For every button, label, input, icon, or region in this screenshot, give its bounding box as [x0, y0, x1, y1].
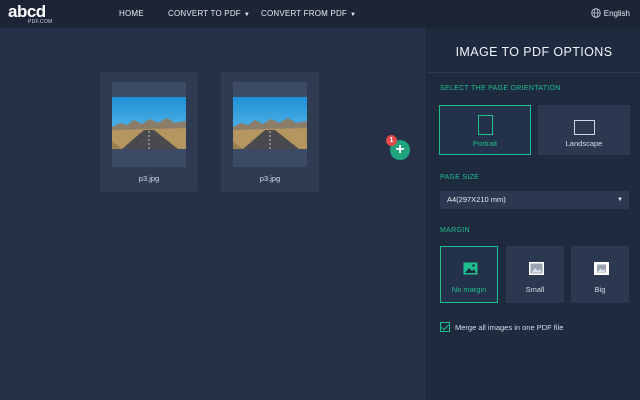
margin-big-label: Big [594, 285, 606, 294]
file-count-badge: 1 [386, 135, 397, 146]
orientation-portrait-label: Portrait [472, 139, 498, 148]
orientation-portrait-button[interactable]: Portrait [439, 105, 531, 155]
page-size-value: A4(297X210 mm) [447, 195, 506, 204]
nav-home[interactable]: HOME [119, 0, 144, 28]
file-card[interactable]: p3.jpg [221, 72, 319, 192]
margin-small-label: Small [525, 285, 545, 294]
image-icon [529, 262, 544, 275]
nav-convert-from-pdf-label: CONVERT FROM PDF [261, 9, 348, 18]
file-name: p3.jpg [259, 174, 281, 183]
chevron-down-icon: ▼ [617, 197, 623, 203]
page-size-section-label: PAGE SIZE [440, 174, 480, 181]
nav-convert-to-pdf[interactable]: CONVERT TO PDF ▼ [168, 0, 250, 28]
nav-home-label: HOME [119, 9, 144, 18]
panel-divider [427, 72, 640, 73]
margin-none-label: No margin [451, 285, 487, 294]
file-thumbnail [112, 82, 186, 167]
chevron-down-icon: ▼ [243, 12, 251, 18]
top-navigation-bar: abcd PDF.COM HOME CONVERT TO PDF ▼ CONVER… [0, 0, 640, 28]
road-photo-image [112, 97, 186, 149]
language-label: English [603, 9, 630, 18]
image-icon [594, 262, 609, 275]
orientation-landscape-button[interactable]: Landscape [538, 105, 630, 155]
page-size-select[interactable]: A4(297X210 mm) ▼ [440, 191, 629, 209]
logo-subtext: PDF.COM [28, 19, 53, 25]
globe-icon [591, 8, 601, 18]
landscape-page-icon [574, 120, 595, 135]
file-thumbnail [233, 82, 307, 167]
file-name: p3.jpg [138, 174, 160, 183]
margin-big-button[interactable]: Big [571, 246, 629, 303]
file-card[interactable]: p3.jpg [100, 72, 198, 192]
merge-images-label: Merge all images in one PDF file [455, 323, 564, 332]
portrait-page-icon [478, 115, 493, 135]
road-photo-image [233, 97, 307, 149]
options-panel: IMAGE TO PDF OPTIONS SELECT THE PAGE ORI… [426, 28, 640, 400]
orientation-landscape-label: Landscape [565, 139, 603, 148]
nav-convert-from-pdf[interactable]: CONVERT FROM PDF ▼ [261, 0, 356, 28]
panel-title: IMAGE TO PDF OPTIONS [455, 45, 613, 59]
merge-images-option[interactable]: Merge all images in one PDF file [440, 322, 563, 333]
margin-small-button[interactable]: Small [506, 246, 564, 303]
margin-none-button[interactable]: No margin [440, 246, 498, 303]
site-logo[interactable]: abcd PDF.COM [8, 2, 58, 26]
orientation-section-label: SELECT THE PAGE ORIENTATION [440, 85, 561, 92]
image-icon [463, 262, 478, 275]
chevron-down-icon: ▼ [350, 12, 357, 18]
language-selector[interactable]: English [591, 0, 630, 28]
nav-convert-to-pdf-label: CONVERT TO PDF [168, 9, 241, 18]
merge-images-checkbox[interactable] [440, 322, 450, 333]
upload-workspace: p3.jpg p3.jpg + 1 [0, 28, 426, 400]
margin-section-label: MARGIN [440, 227, 470, 234]
